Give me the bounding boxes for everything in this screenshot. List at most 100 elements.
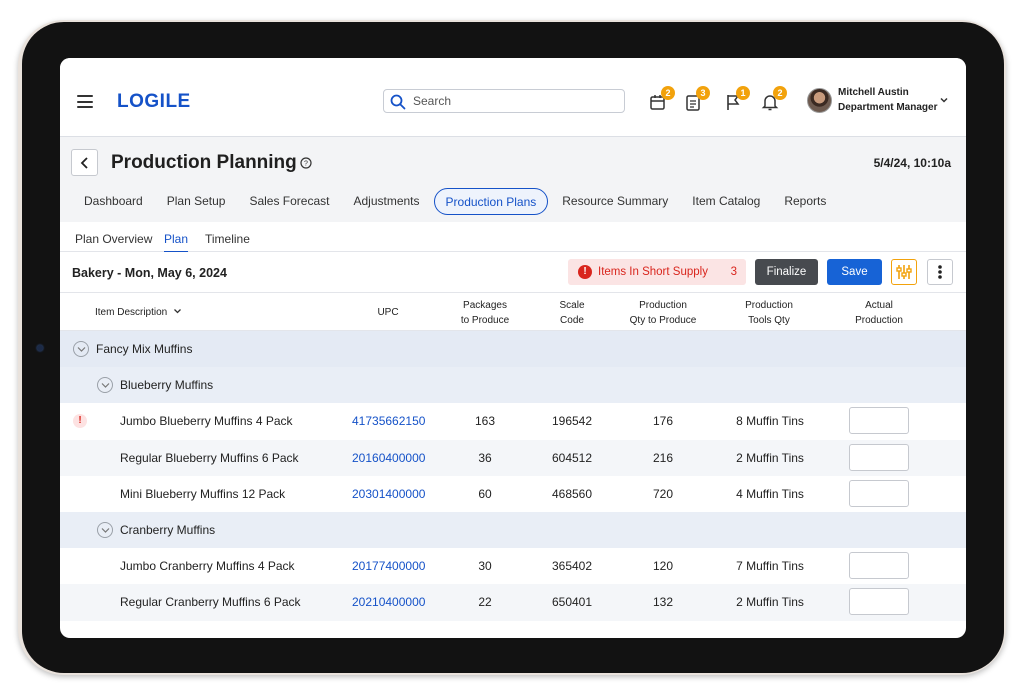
menu-icon[interactable] bbox=[77, 95, 93, 108]
subgroup-name: Blueberry Muffins bbox=[120, 378, 214, 393]
table-row: Regular Blueberry Muffins 6 Pack 2016040… bbox=[60, 439, 966, 476]
column-header-tools-line1: Production bbox=[745, 300, 793, 311]
camera-icon bbox=[37, 345, 43, 351]
upc-link[interactable]: 20160400000 bbox=[352, 451, 425, 465]
production-qty: 120 bbox=[652, 559, 674, 574]
search-box[interactable] bbox=[383, 89, 625, 113]
search-input[interactable] bbox=[413, 92, 618, 110]
notification-badge: 2 bbox=[661, 86, 675, 100]
save-button[interactable]: Save bbox=[827, 259, 882, 285]
timestamp: 5/4/24, 10:10a bbox=[873, 156, 951, 170]
avatar[interactable] bbox=[807, 88, 832, 113]
tab-adjustments[interactable]: Adjustments bbox=[343, 188, 429, 215]
column-header-packages: Packages to Produce bbox=[453, 298, 517, 328]
plan-label: Bakery - Mon, May 6, 2024 bbox=[72, 266, 227, 280]
chevron-down-icon bbox=[77, 347, 86, 352]
item-description: Jumbo Blueberry Muffins 4 Pack bbox=[120, 414, 293, 429]
tab-dashboard[interactable]: Dashboard bbox=[74, 188, 153, 215]
chevron-down-icon bbox=[101, 528, 110, 533]
plan-toolbar: Bakery - Mon, May 6, 2024 ! Items In Sho… bbox=[60, 252, 966, 293]
subgroup-row: Blueberry Muffins bbox=[60, 367, 966, 404]
packages-value: 30 bbox=[478, 559, 492, 574]
calendar-icon[interactable]: 2 bbox=[649, 86, 675, 111]
table-body: Fancy Mix Muffins Blueberry Muffins ! Ju… bbox=[60, 331, 966, 621]
production-qty: 720 bbox=[652, 486, 674, 501]
collapse-toggle[interactable] bbox=[97, 377, 113, 394]
table-header: Item Description UPC Packages to Produce… bbox=[60, 293, 966, 331]
filter-button[interactable] bbox=[891, 259, 917, 285]
app-screen: LOGILE 2 3 1 2 Mitchell Austin Departmen… bbox=[60, 58, 966, 638]
subtab-timeline[interactable]: Timeline bbox=[205, 232, 250, 251]
column-header-prod-qty-line1: Production bbox=[639, 300, 687, 311]
top-bar: LOGILE 2 3 1 2 Mitchell Austin Departmen… bbox=[60, 58, 966, 137]
tools-qty: 7 Muffin Tins bbox=[736, 559, 804, 574]
packages-value: 36 bbox=[478, 450, 492, 465]
help-icon[interactable]: ? bbox=[300, 157, 312, 169]
tab-sales-forecast[interactable]: Sales Forecast bbox=[239, 188, 339, 215]
tab-plan-setup[interactable]: Plan Setup bbox=[157, 188, 236, 215]
more-options-button[interactable] bbox=[927, 259, 953, 285]
collapse-toggle[interactable] bbox=[73, 341, 89, 357]
column-header-actual-line1: Actual bbox=[865, 300, 893, 311]
column-header-actual: Actual Production bbox=[841, 298, 917, 328]
item-description: Regular Cranberry Muffins 6 Pack bbox=[120, 595, 301, 610]
production-qty: 176 bbox=[652, 414, 674, 429]
alert-icon: ! bbox=[578, 265, 592, 279]
actual-production-input[interactable] bbox=[849, 443, 909, 471]
subtab-plan-overview[interactable]: Plan Overview bbox=[75, 232, 152, 251]
scale-code: 365402 bbox=[551, 559, 593, 574]
column-header-packages-line2: to Produce bbox=[460, 315, 510, 326]
page-header: Production Planning ? 5/4/24, 10:10a Das… bbox=[60, 137, 966, 222]
item-description: Jumbo Cranberry Muffins 4 Pack bbox=[120, 559, 295, 574]
chevron-down-icon[interactable] bbox=[939, 95, 949, 105]
chevron-down-icon bbox=[101, 383, 110, 389]
column-header-scale-line1: Scale bbox=[559, 300, 585, 311]
column-header-item: Item Description bbox=[95, 307, 168, 318]
more-vertical-icon bbox=[938, 265, 942, 279]
tab-resource-summary[interactable]: Resource Summary bbox=[552, 188, 678, 215]
bell-icon[interactable]: 2 bbox=[761, 86, 787, 111]
notification-badge: 3 bbox=[696, 86, 710, 100]
packages-value: 163 bbox=[474, 414, 496, 429]
clipboard-icon[interactable]: 3 bbox=[684, 86, 710, 111]
notification-badge: 2 bbox=[773, 86, 787, 100]
sort-item-description[interactable]: Item Description bbox=[95, 305, 182, 320]
table-row: Jumbo Cranberry Muffins 4 Pack 201774000… bbox=[60, 548, 966, 585]
column-header-upc: UPC bbox=[377, 307, 399, 318]
item-description: Mini Blueberry Muffins 12 Pack bbox=[120, 486, 286, 501]
packages-value: 22 bbox=[478, 595, 492, 610]
actual-production-input[interactable] bbox=[849, 407, 909, 435]
tools-qty: 2 Muffin Tins bbox=[736, 595, 804, 610]
upc-link[interactable]: 20177400000 bbox=[352, 559, 425, 573]
alert-icon[interactable]: ! bbox=[73, 414, 87, 429]
item-description: Regular Blueberry Muffins 6 Pack bbox=[120, 450, 299, 465]
tab-reports[interactable]: Reports bbox=[774, 188, 836, 215]
search-icon bbox=[390, 94, 406, 110]
chevron-left-icon bbox=[80, 157, 88, 169]
actual-production-input[interactable] bbox=[849, 588, 909, 616]
subgroup-row: Cranberry Muffins bbox=[60, 511, 966, 549]
finalize-button[interactable]: Finalize bbox=[755, 259, 818, 285]
upc-link[interactable]: 41735662150 bbox=[352, 414, 425, 428]
group-name: Fancy Mix Muffins bbox=[96, 342, 193, 356]
upc-link[interactable]: 20210400000 bbox=[352, 595, 425, 609]
user-name[interactable]: Mitchell Austin bbox=[838, 87, 909, 98]
sliders-icon bbox=[896, 265, 912, 279]
actual-production-input[interactable] bbox=[849, 479, 909, 507]
tab-item-catalog[interactable]: Item Catalog bbox=[682, 188, 770, 215]
tab-production-plans[interactable]: Production Plans bbox=[433, 188, 549, 215]
short-supply-button[interactable]: ! Items In Short Supply 3 bbox=[568, 259, 746, 285]
upc-link[interactable]: 20301400000 bbox=[352, 487, 425, 501]
column-header-tools: Production Tools Qty bbox=[731, 298, 807, 328]
actual-production-input[interactable] bbox=[849, 552, 909, 580]
scale-code: 196542 bbox=[551, 414, 593, 429]
scale-code: 468560 bbox=[551, 486, 593, 501]
collapse-toggle[interactable] bbox=[97, 521, 113, 538]
column-header-tools-line2: Tools Qty bbox=[748, 315, 790, 326]
subtab-plan[interactable]: Plan bbox=[164, 232, 189, 253]
back-button[interactable] bbox=[71, 149, 98, 176]
table-row: Mini Blueberry Muffins 12 Pack 203014000… bbox=[60, 475, 966, 512]
tools-qty: 4 Muffin Tins bbox=[736, 486, 804, 501]
short-supply-label: Items In Short Supply bbox=[598, 266, 708, 278]
flag-icon[interactable]: 1 bbox=[724, 86, 750, 111]
